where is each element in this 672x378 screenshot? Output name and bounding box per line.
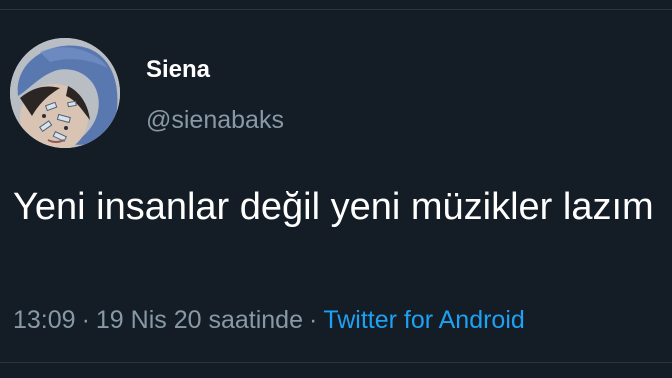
tweet-source-link[interactable]: Twitter for Android (323, 306, 524, 334)
bottom-divider (0, 362, 672, 363)
user-handle[interactable]: @sienabaks (146, 105, 284, 135)
tweet-date[interactable]: 19 Nis 20 saatinde (96, 306, 303, 334)
user-avatar[interactable] (10, 38, 120, 148)
meta-separator: · (81, 306, 90, 334)
user-display-name[interactable]: Siena (146, 56, 210, 84)
tweet-time[interactable]: 13:09 (13, 306, 76, 334)
tweet-card: Siena @sienabaks Yeni insanlar değil yen… (0, 0, 672, 378)
tweet-meta: 13:09 · 19 Nis 20 saatinde · Twitter for And… (13, 303, 525, 337)
avatar-image (10, 38, 120, 148)
tweet-text: Yeni insanlar değil yeni müzikler lazım (13, 186, 654, 228)
meta-separator: · (308, 306, 318, 334)
